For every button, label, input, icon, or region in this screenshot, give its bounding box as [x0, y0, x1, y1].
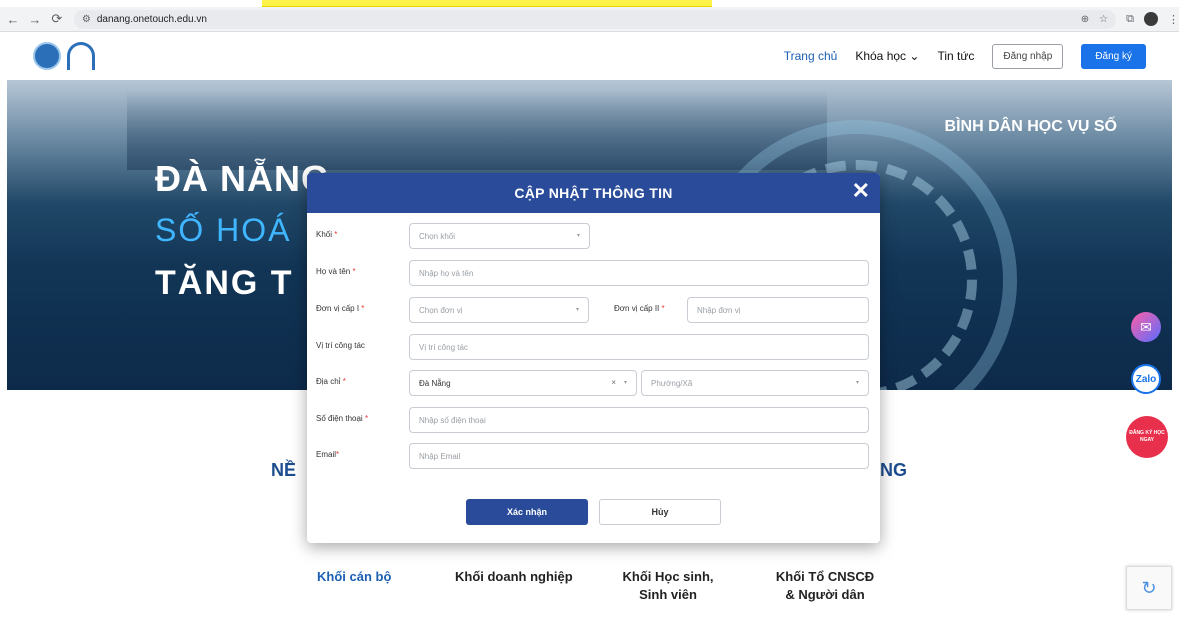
url-text: danang.onetouch.edu.vn: [96, 13, 207, 25]
unit1-placeholder: Chọn đơn vị: [419, 305, 463, 315]
label-khoi: Khối *: [316, 230, 338, 239]
register-button[interactable]: Đăng ký: [1081, 43, 1146, 69]
ward-placeholder: Phường/Xã: [651, 378, 693, 388]
label-vitri: Vị trí công tác: [316, 341, 365, 350]
login-button[interactable]: Đăng nhập: [992, 43, 1064, 69]
update-info-modal: CẬP NHẬT THÔNG TIN ✕ Khối * Chọn khối ▾ …: [307, 173, 880, 543]
logo[interactable]: [33, 42, 95, 70]
avatar[interactable]: [1144, 12, 1158, 26]
unit2-placeholder: Nhập đơn vị: [697, 305, 741, 315]
fullname-input[interactable]: Nhập họ và tên: [409, 260, 869, 286]
khoi-select[interactable]: Chọn khối ▾: [409, 223, 590, 249]
unit1-select[interactable]: Chọn đơn vị ▾: [409, 297, 589, 323]
email-placeholder: Nhập Email: [419, 451, 461, 461]
nav-home[interactable]: Trang chủ: [784, 49, 838, 63]
row-sdt: Số điện thoại * Nhập số điện thoại: [307, 407, 880, 433]
address-bar[interactable]: ⚙ danang.onetouch.edu.vn ⊕ ☆: [73, 9, 1117, 29]
khoi-placeholder: Chọn khối: [419, 231, 456, 241]
page: ← → ⟳ ⚙ danang.onetouch.edu.vn ⊕ ☆ ⧉ ⋮ T…: [0, 0, 1179, 617]
confirm-button[interactable]: Xác nhận: [466, 499, 588, 525]
label-diachi: Địa chỉ *: [316, 377, 346, 386]
fullname-placeholder: Nhập họ và tên: [419, 268, 474, 278]
row-donvi: Đơn vị cấp I * Chọn đơn vị ▾ Đơn vị cấp …: [307, 297, 880, 323]
nav-news[interactable]: Tin tức: [937, 49, 974, 63]
cancel-button[interactable]: Hủy: [599, 499, 721, 525]
chevron-down-icon: ▾: [855, 380, 859, 386]
email-input[interactable]: Nhập Email: [409, 443, 869, 469]
star-icon[interactable]: ☆: [1099, 14, 1108, 25]
row-hoten: Họ và tên * Nhập họ và tên: [307, 260, 880, 286]
phone-placeholder: Nhập số điện thoại: [419, 415, 486, 425]
label-donvi1: Đơn vị cấp I *: [316, 304, 365, 313]
chevron-down-icon: ▾: [575, 307, 579, 313]
chevron-down-icon: ▾: [576, 233, 580, 239]
unit2-input[interactable]: Nhập đơn vị: [687, 297, 869, 323]
close-icon[interactable]: ✕: [852, 179, 870, 203]
modal-title: CẬP NHẬT THÔNG TIN: [514, 185, 673, 201]
phone-input[interactable]: Nhập số điện thoại: [409, 407, 869, 433]
row-khoi: Khối * Chọn khối ▾: [307, 223, 880, 249]
reload-icon[interactable]: ⟳: [48, 11, 66, 27]
nav-courses[interactable]: Khóa học ⌄: [855, 49, 919, 63]
city-value: Đà Nẵng: [419, 378, 451, 388]
label-hoten: Họ và tên *: [316, 267, 356, 276]
logo-arch-icon: [67, 42, 95, 70]
row-email: Email* Nhập Email: [307, 443, 880, 469]
menu-icon[interactable]: ⋮: [1168, 13, 1179, 26]
modal-header: CẬP NHẬT THÔNG TIN ✕: [307, 173, 880, 213]
label-email: Email*: [316, 450, 340, 459]
row-diachi: Địa chỉ * Đà Nẵng × ▾ Phường/Xã ▾: [307, 370, 880, 396]
row-vitri: Vị trí công tác Vị trí công tác: [307, 334, 880, 360]
chevron-down-icon: ▾: [623, 380, 627, 386]
zoom-icon[interactable]: ⊕: [1081, 14, 1089, 25]
position-placeholder: Vị trí công tác: [419, 342, 468, 352]
position-input[interactable]: Vị trí công tác: [409, 334, 869, 360]
back-icon[interactable]: ←: [4, 12, 22, 27]
label-donvi2: Đơn vị cấp II *: [614, 304, 665, 313]
logo-emblem-icon: [33, 42, 61, 70]
city-select[interactable]: Đà Nẵng × ▾: [409, 370, 637, 396]
extensions-icon[interactable]: ⧉: [1126, 13, 1134, 26]
clear-icon[interactable]: ×: [611, 378, 616, 387]
ward-select[interactable]: Phường/Xã ▾: [641, 370, 869, 396]
main-nav: Trang chủ Khóa học ⌄ Tin tức Đăng nhập Đ…: [784, 43, 1146, 69]
site-info-icon[interactable]: ⚙: [82, 14, 91, 25]
browser-toolbar: ← → ⟳ ⚙ danang.onetouch.edu.vn ⊕ ☆ ⧉ ⋮: [0, 7, 1179, 32]
label-sdt: Số điện thoại *: [316, 414, 369, 423]
forward-icon[interactable]: →: [26, 12, 44, 27]
highlight-strip: [262, 0, 712, 7]
site-header: Trang chủ Khóa học ⌄ Tin tức Đăng nhập Đ…: [0, 32, 1179, 80]
